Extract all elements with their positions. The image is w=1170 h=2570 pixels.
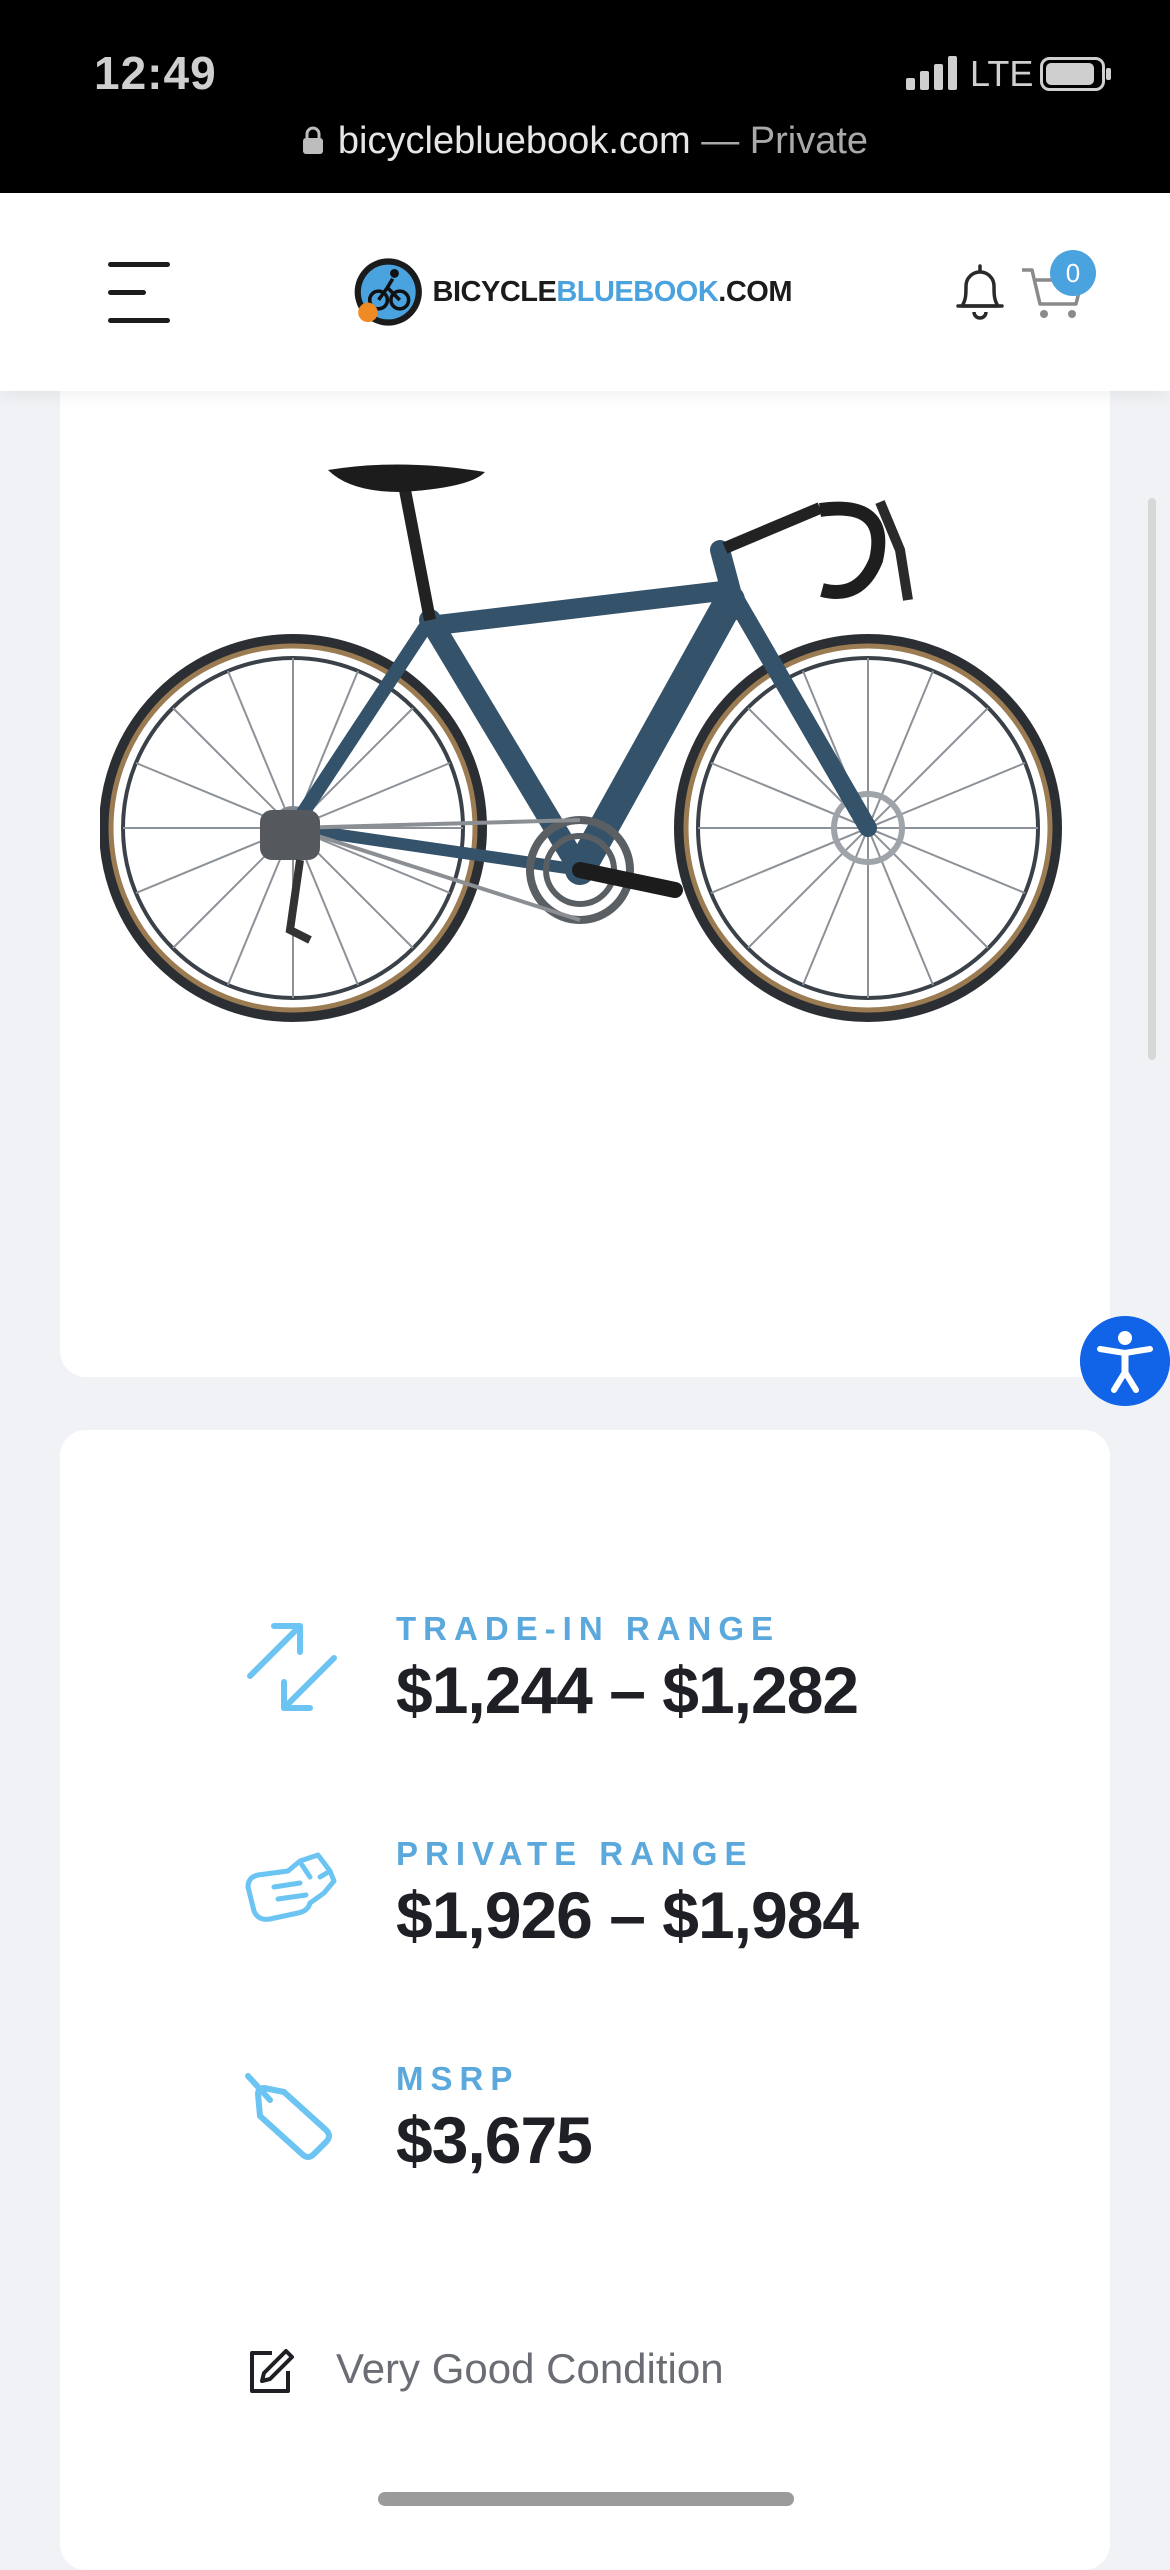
site-logo[interactable]: BICYCLEBLUEBOOK.COM (352, 250, 792, 334)
bike-image (100, 464, 1062, 1022)
url-domain: bicyclebluebook.com (337, 120, 691, 162)
trade-in-range-value: $1,244 – $1,282 (396, 1653, 859, 1727)
msrp-label: MSRP (396, 2060, 520, 2097)
condition-row[interactable]: Very Good Condition (244, 2337, 944, 2407)
bell-icon[interactable] (952, 262, 1008, 322)
hamburger-menu-icon[interactable] (106, 258, 174, 326)
page-scrollbar[interactable] (1148, 498, 1156, 1060)
logo-text-bluebook: BLUEBOOK (556, 275, 719, 308)
cart-count-badge[interactable]: 0 (1050, 250, 1096, 296)
handshake-icon (245, 1852, 337, 1922)
url-separator: — (701, 120, 740, 162)
private-range-value: $1,926 – $1,984 (396, 1878, 859, 1952)
battery-icon (1040, 57, 1111, 91)
lock-icon (302, 126, 323, 154)
condition-text: Very Good Condition (336, 2345, 724, 2392)
private-mode-label: Private (749, 120, 869, 162)
edit-icon (250, 2349, 294, 2393)
address-bar[interactable]: bicyclebluebook.com — Private (0, 120, 1170, 163)
arrows-swap-icon (247, 1623, 337, 1711)
logo-text-com: .COM (718, 275, 792, 308)
cyclist-logo-icon (354, 258, 422, 326)
price-tag-icon (245, 2073, 332, 2160)
home-indicator[interactable] (378, 2492, 794, 2506)
status-bar: 12:49 LTE bicyclebluebook.com — Private (0, 0, 1170, 193)
private-range-label: PRIVATE RANGE (396, 1835, 754, 1872)
msrp-value: $3,675 (396, 2103, 593, 2177)
accessibility-icon[interactable] (1080, 1316, 1170, 1406)
logo-text-bicycle: BICYCLE (432, 275, 557, 308)
logo-wordmark: BICYCLEBLUEBOOK.COM (432, 275, 793, 309)
network-type: LTE (970, 53, 1034, 94)
status-time: 12:49 (94, 47, 217, 99)
trade-in-range-label: TRADE-IN RANGE (396, 1610, 780, 1647)
signal-icon (906, 56, 957, 90)
